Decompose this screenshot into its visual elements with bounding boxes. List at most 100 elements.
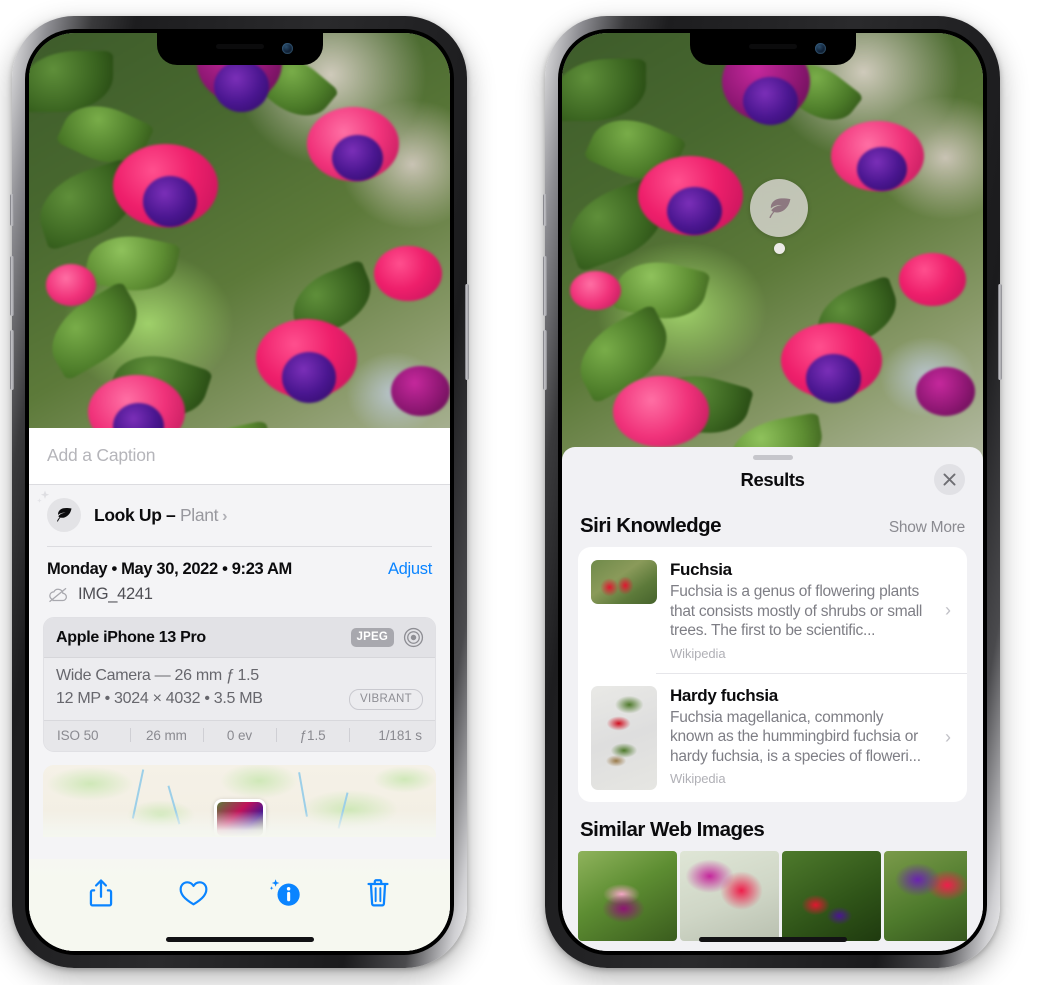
volume-down-button[interactable] — [543, 330, 547, 390]
look-up-row[interactable]: Look Up – Plant › — [29, 485, 450, 546]
quality-badge: VIBRANT — [349, 689, 423, 710]
knowledge-card-source: Wikipedia — [670, 645, 726, 661]
caption-row[interactable]: Add a Caption — [29, 428, 450, 485]
chevron-right-icon: › — [945, 727, 951, 748]
screenshot-stage: Add a Caption Look Up – Plant › Monday •… — [0, 0, 1055, 985]
knowledge-card-description: Fuchsia is a genus of flowering plants t… — [670, 583, 923, 640]
knowledge-card-source: Wikipedia — [670, 771, 726, 787]
heart-icon — [179, 880, 208, 905]
leaf-icon-container — [37, 490, 81, 532]
look-up-label: Look Up – Plant › — [94, 505, 227, 526]
similar-image-2[interactable] — [680, 850, 779, 941]
file-row: IMG_4241 — [29, 579, 450, 617]
trash-icon — [367, 879, 389, 907]
results-header: Results — [562, 460, 983, 503]
similar-web-images-strip[interactable] — [578, 850, 967, 941]
exif-row: ISO 50 26 mm 0 ev ƒ1.5 1/181 s — [44, 719, 435, 751]
volume-up-button[interactable] — [10, 256, 14, 316]
right-phone-bezel: Results Siri Knowledge Show More Fuchsia… — [558, 29, 987, 955]
notch — [156, 33, 323, 65]
siri-knowledge-cards: Fuchsia Fuchsia is a genus of flowering … — [578, 547, 967, 802]
earpiece-speaker — [215, 44, 264, 49]
siri-knowledge-title: Siri Knowledge — [580, 514, 722, 537]
mute-switch[interactable] — [543, 194, 547, 226]
fuchsia-thumbnail — [591, 560, 657, 604]
knowledge-card[interactable]: Hardy fuchsia Fuchsia magellanica, commo… — [578, 672, 967, 802]
knowledge-card-body: Hardy fuchsia Fuchsia magellanica, commo… — [670, 686, 932, 787]
photo-location-map[interactable] — [43, 764, 436, 837]
exif-aperture: ƒ1.5 — [299, 727, 326, 743]
left-iphone-device: Add a Caption Look Up – Plant › Monday •… — [10, 16, 469, 968]
mute-switch[interactable] — [10, 194, 14, 226]
exif-exposure-bias: 0 ev — [226, 727, 253, 743]
info-sparkle-icon — [269, 879, 300, 906]
info-button[interactable] — [263, 873, 309, 913]
similar-web-images-header: Similar Web Images — [562, 802, 983, 851]
left-phone-bezel: Add a Caption Look Up – Plant › Monday •… — [25, 29, 454, 955]
visual-look-up-badge[interactable] — [750, 179, 808, 237]
similar-image-1[interactable] — [578, 850, 677, 941]
photo-date: Monday • May 30, 2022 • 9:23 AM — [47, 560, 292, 578]
look-up-subject: Plant — [179, 504, 219, 525]
home-indicator[interactable] — [698, 937, 847, 942]
photo-filename: IMG_4241 — [78, 585, 153, 603]
date-row: Monday • May 30, 2022 • 9:23 AM Adjust — [29, 546, 450, 579]
left-phone-screen: Add a Caption Look Up – Plant › Monday •… — [29, 33, 450, 951]
right-phone-screen: Results Siri Knowledge Show More Fuchsia… — [562, 33, 983, 951]
camera-card-header-right: JPEG — [350, 627, 424, 648]
icloud-slash-icon — [49, 587, 68, 602]
caption-input[interactable]: Add a Caption — [47, 445, 432, 466]
similar-image-3[interactable] — [782, 850, 881, 941]
sparkles-icon — [37, 490, 50, 503]
notch — [689, 33, 856, 65]
chevron-right-icon: › — [945, 599, 951, 620]
knowledge-card-title: Hardy fuchsia — [670, 685, 778, 705]
knowledge-card-title: Fuchsia — [670, 560, 732, 579]
photo-viewer-right[interactable] — [562, 33, 983, 473]
share-icon — [89, 879, 113, 907]
camera-specs-line: 12 MP • 3024 × 4032 • 3.5 MB — [56, 690, 263, 708]
close-button[interactable] — [934, 464, 965, 495]
knowledge-card-body: Fuchsia Fuchsia is a genus of flowering … — [670, 560, 932, 661]
format-badge: JPEG — [350, 628, 394, 647]
exif-focal-length: 26 mm — [146, 727, 187, 743]
leaf-icon — [768, 197, 790, 218]
knowledge-card[interactable]: Fuchsia Fuchsia is a genus of flowering … — [578, 547, 967, 673]
front-camera-icon — [814, 43, 826, 54]
volume-down-button[interactable] — [10, 330, 14, 390]
right-iphone-device: Results Siri Knowledge Show More Fuchsia… — [543, 16, 1002, 968]
visual-look-up-anchor-dot — [774, 243, 785, 254]
chevron-right-icon: › — [222, 507, 228, 525]
camera-lens-icon — [403, 627, 424, 648]
volume-up-button[interactable] — [543, 256, 547, 316]
hardy-fuchsia-thumbnail — [591, 685, 657, 790]
photo-viewer-left[interactable] — [29, 33, 450, 495]
favorite-button[interactable] — [170, 873, 216, 913]
home-indicator[interactable] — [165, 937, 314, 942]
exif-iso: ISO 50 — [57, 727, 99, 743]
camera-device-name: Apple iPhone 13 Pro — [56, 628, 206, 646]
results-title: Results — [740, 469, 805, 490]
camera-card-header: Apple iPhone 13 Pro JPEG — [44, 618, 435, 658]
show-more-button[interactable]: Show More — [889, 519, 965, 537]
power-button[interactable] — [998, 284, 1002, 380]
similar-image-4[interactable] — [884, 850, 967, 941]
camera-card-body: Wide Camera — 26 mm ƒ 1.5 12 MP • 3024 ×… — [44, 658, 435, 720]
share-button[interactable] — [78, 873, 124, 913]
exif-shutter-speed: 1/181 s — [378, 727, 422, 743]
camera-info-card[interactable]: Apple iPhone 13 Pro JPEG Wide Camera — 2… — [43, 617, 436, 752]
power-button[interactable] — [465, 284, 469, 380]
results-sheet: Results Siri Knowledge Show More Fuchsia… — [562, 447, 983, 951]
map-fade-overlay — [43, 810, 436, 837]
knowledge-card-description: Fuchsia magellanica, commonly known as t… — [670, 708, 921, 765]
delete-button[interactable] — [355, 873, 401, 913]
look-up-prefix: Look Up – — [94, 504, 180, 525]
adjust-button[interactable]: Adjust — [388, 560, 432, 579]
camera-specs-row: 12 MP • 3024 × 4032 • 3.5 MB VIBRANT — [56, 689, 423, 710]
camera-lens-line: Wide Camera — 26 mm ƒ 1.5 — [56, 667, 259, 684]
siri-knowledge-header: Siri Knowledge Show More — [562, 503, 983, 547]
similar-web-images-title: Similar Web Images — [580, 817, 765, 841]
close-icon — [943, 473, 956, 486]
front-camera-icon — [281, 43, 293, 54]
earpiece-speaker — [748, 44, 797, 49]
